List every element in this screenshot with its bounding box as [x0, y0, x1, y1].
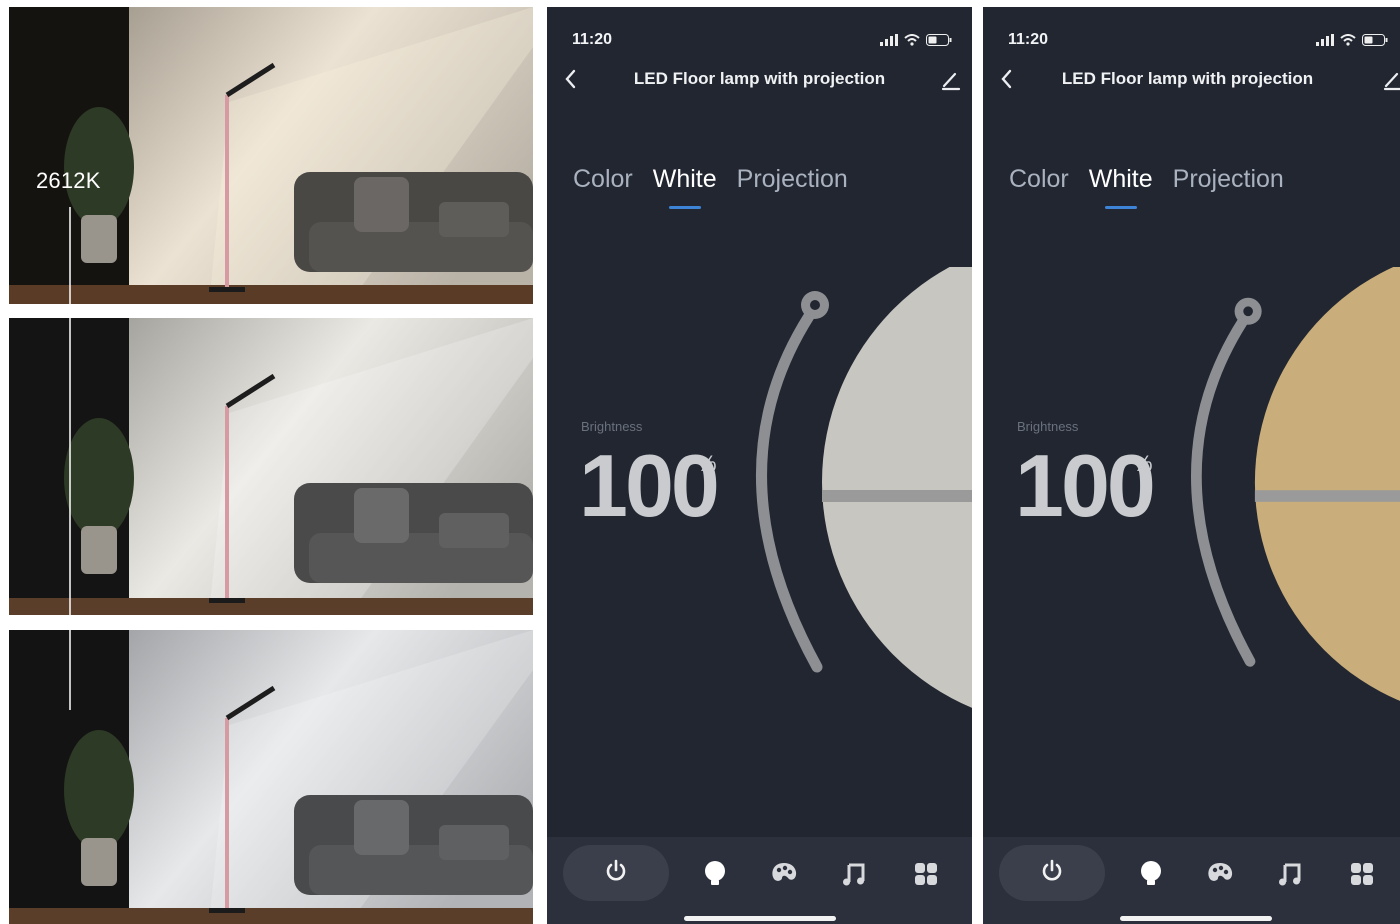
tab-color[interactable]: Color: [573, 165, 633, 194]
brightness-arc-slider[interactable]: [1191, 307, 1256, 667]
music-icon[interactable]: [1275, 859, 1305, 889]
status-icons: [880, 33, 952, 51]
music-icon[interactable]: [839, 859, 869, 889]
bulb-icon[interactable]: [1136, 859, 1166, 889]
brightness-unit: %: [1133, 451, 1153, 476]
white-temperature-dial[interactable]: [727, 267, 972, 727]
handle-center: [1243, 306, 1253, 317]
battery-icon: [926, 33, 952, 51]
temperature-scale-line: [69, 207, 71, 710]
nav-bar: LED Floor lamp with projection: [983, 65, 1400, 95]
signal-icon: [880, 33, 898, 51]
page-title: LED Floor lamp with projection: [1061, 69, 1314, 88]
tab-color[interactable]: Color: [1009, 165, 1069, 194]
nav-bar: LED Floor lamp with projection: [547, 65, 972, 95]
power-icon: [1039, 858, 1065, 889]
phone-screen-1: 11:20 LED Floor lamp with projection Col…: [547, 7, 972, 924]
room-photo-warm: [9, 7, 533, 304]
brightness-label: Brightness: [1017, 419, 1079, 434]
tab-projection[interactable]: Projection: [1173, 165, 1284, 194]
color-temperature-label: 2612K: [36, 168, 101, 193]
tab-projection[interactable]: Projection: [737, 165, 848, 194]
brightness-arc-slider[interactable]: [756, 301, 823, 673]
temperature-slider-track[interactable]: [822, 490, 972, 502]
room-illustration: [9, 318, 533, 615]
bottom-toolbar: [983, 837, 1400, 924]
grid-icon[interactable]: [911, 859, 941, 889]
bulb-icon[interactable]: [700, 859, 730, 889]
home-indicator[interactable]: [684, 916, 836, 921]
signal-icon: [1316, 33, 1334, 51]
brightness-unit: %: [697, 451, 717, 476]
tab-white[interactable]: White: [1089, 165, 1153, 194]
mode-tabs: Color White Projection: [573, 165, 848, 194]
power-button[interactable]: [999, 845, 1105, 901]
page-title: LED Floor lamp with projection: [633, 69, 886, 88]
power-button[interactable]: [563, 845, 669, 901]
edit-icon[interactable]: [940, 69, 962, 91]
white-temperature-dial[interactable]: [1163, 267, 1400, 727]
temperature-slider-track[interactable]: [1254, 490, 1400, 502]
room-illustration: [9, 630, 533, 924]
palette-icon[interactable]: [769, 859, 799, 889]
status-time: 11:20: [572, 31, 613, 48]
tab-white[interactable]: White: [653, 165, 717, 194]
home-indicator[interactable]: [1120, 916, 1272, 921]
wifi-icon: [1340, 33, 1356, 51]
room-illustration: [9, 7, 533, 304]
status-bar: 11:20: [572, 31, 952, 53]
brightness-label: Brightness: [581, 419, 643, 434]
battery-icon: [1362, 33, 1388, 51]
palette-icon[interactable]: [1205, 859, 1235, 889]
mode-tabs: Color White Projection: [1009, 165, 1284, 194]
status-bar: 11:20: [1008, 31, 1388, 53]
grid-icon[interactable]: [1347, 859, 1377, 889]
wifi-icon: [904, 33, 920, 51]
status-time: 11:20: [1008, 31, 1049, 48]
bottom-toolbar: [547, 837, 972, 924]
edit-icon[interactable]: [1382, 69, 1400, 91]
room-photo-cool: [9, 630, 533, 924]
status-icons: [1316, 33, 1388, 51]
power-icon: [603, 858, 629, 889]
handle-center: [810, 300, 820, 310]
room-photo-neutral: [9, 318, 533, 615]
phone-screen-2: 11:20 LED Floor lamp with projection Col…: [983, 7, 1400, 924]
